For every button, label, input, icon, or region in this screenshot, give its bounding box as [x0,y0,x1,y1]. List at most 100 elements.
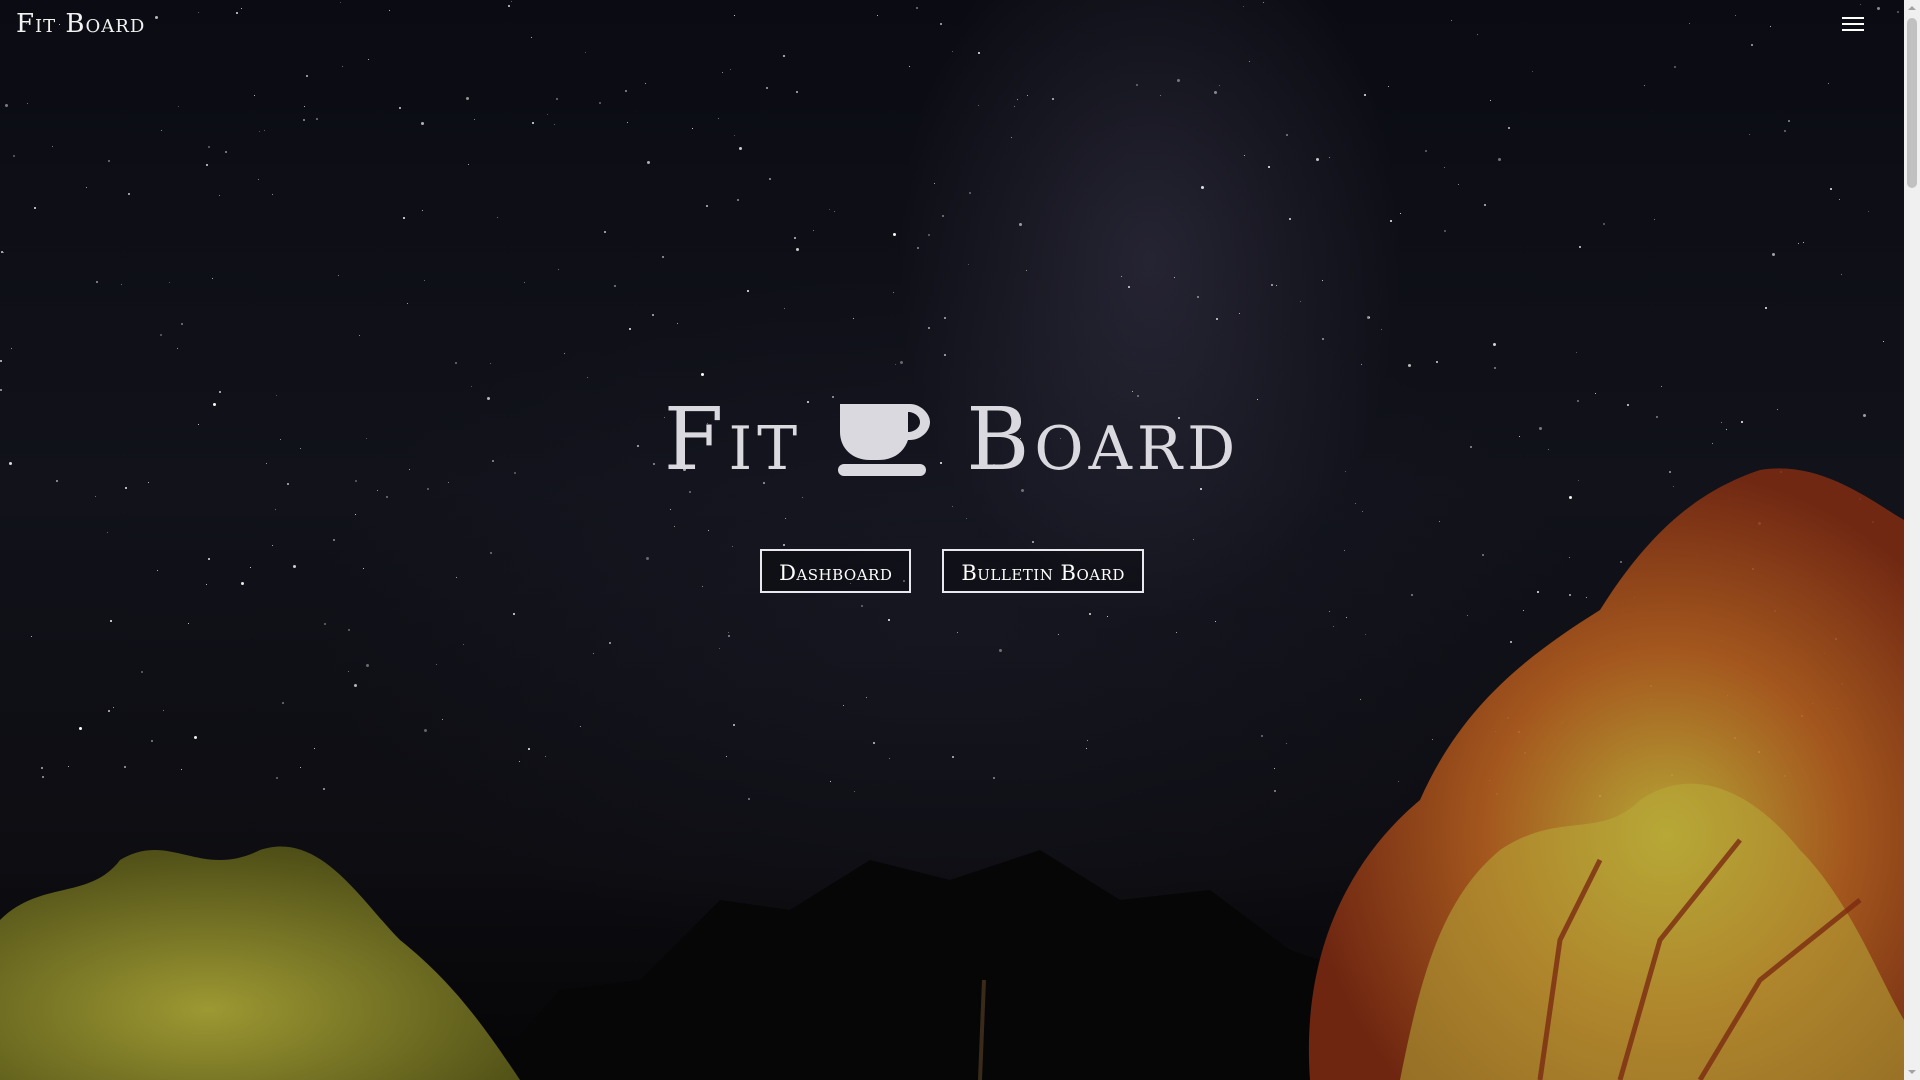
star [225,151,227,153]
scrollbar-thumb[interactable] [1907,18,1917,188]
star [1508,127,1510,129]
star [1286,134,1288,136]
star [701,373,704,376]
star [769,178,771,180]
star [829,209,830,210]
star [853,318,854,319]
star [5,104,8,107]
scroll-down-arrow-icon[interactable] [1904,1064,1920,1080]
star [1316,158,1319,161]
star [1390,220,1392,222]
star [1408,364,1411,367]
dashboard-button[interactable]: Dashboard [760,549,912,593]
star [978,105,979,106]
star [796,91,798,93]
star [585,52,586,53]
star [554,124,555,125]
star [1458,184,1459,185]
star [614,285,616,287]
star [944,317,946,319]
star [34,207,36,209]
star [718,118,719,119]
star [1828,83,1829,84]
vertical-scrollbar[interactable] [1904,0,1920,1080]
star [737,199,739,201]
star [1322,338,1324,340]
star [834,211,835,212]
star [556,98,558,100]
star [1019,223,1022,226]
brand-link[interactable]: Fit Board [16,9,145,39]
star [1276,285,1277,286]
star [338,275,339,276]
star [1219,85,1220,86]
star [1749,134,1750,135]
star [978,52,980,54]
hero-section: Fit Board Dashboard Bulletin Board [0,385,1904,593]
star [1644,85,1645,86]
star [1772,253,1775,256]
star [342,66,343,67]
star [490,363,491,364]
star [917,247,919,249]
star [1839,199,1840,200]
star [1300,301,1301,302]
star [1444,167,1445,168]
star [1436,361,1438,363]
star [422,210,423,211]
top-navbar: Fit Board [0,0,1904,48]
star [1484,204,1486,206]
star [1400,213,1401,214]
star [1381,329,1382,330]
star [1,251,3,253]
star [968,264,969,265]
star [219,195,220,196]
star [212,278,213,279]
star [1026,270,1027,271]
star [1425,150,1427,152]
star [1136,84,1138,86]
star [895,364,896,365]
star [3,252,4,253]
star [258,179,259,180]
star [468,164,469,165]
star [254,95,255,96]
star [1654,219,1655,220]
star [1883,341,1884,342]
star [316,118,318,120]
star [1788,120,1790,122]
star [564,353,565,354]
star [722,72,723,73]
star [160,334,162,336]
hamburger-menu-icon[interactable] [1830,10,1874,38]
star [1494,367,1496,369]
star [796,248,799,251]
star [1498,158,1501,161]
star [1603,223,1605,225]
star [706,205,708,207]
page-viewport: Fit Board Fit Board Dashboard Bulletin B… [0,0,1904,1080]
star [934,183,935,184]
star [169,282,170,283]
star [108,160,110,162]
hero-title-left: Fit [663,390,803,490]
star [1239,313,1240,314]
bulletin-board-button[interactable]: Bulletin Board [942,549,1144,593]
star [1493,343,1496,346]
star [178,106,179,107]
star [96,281,98,283]
star [604,231,606,233]
star [1014,106,1015,107]
star [1388,86,1389,87]
scroll-up-arrow-icon[interactable] [1904,0,1920,16]
star [928,327,930,329]
star [1674,66,1676,68]
star [1289,218,1291,220]
star [128,193,130,195]
star [652,314,654,316]
star [306,75,308,77]
star [208,146,210,148]
star [303,119,305,121]
star [86,187,87,188]
star [629,328,631,330]
